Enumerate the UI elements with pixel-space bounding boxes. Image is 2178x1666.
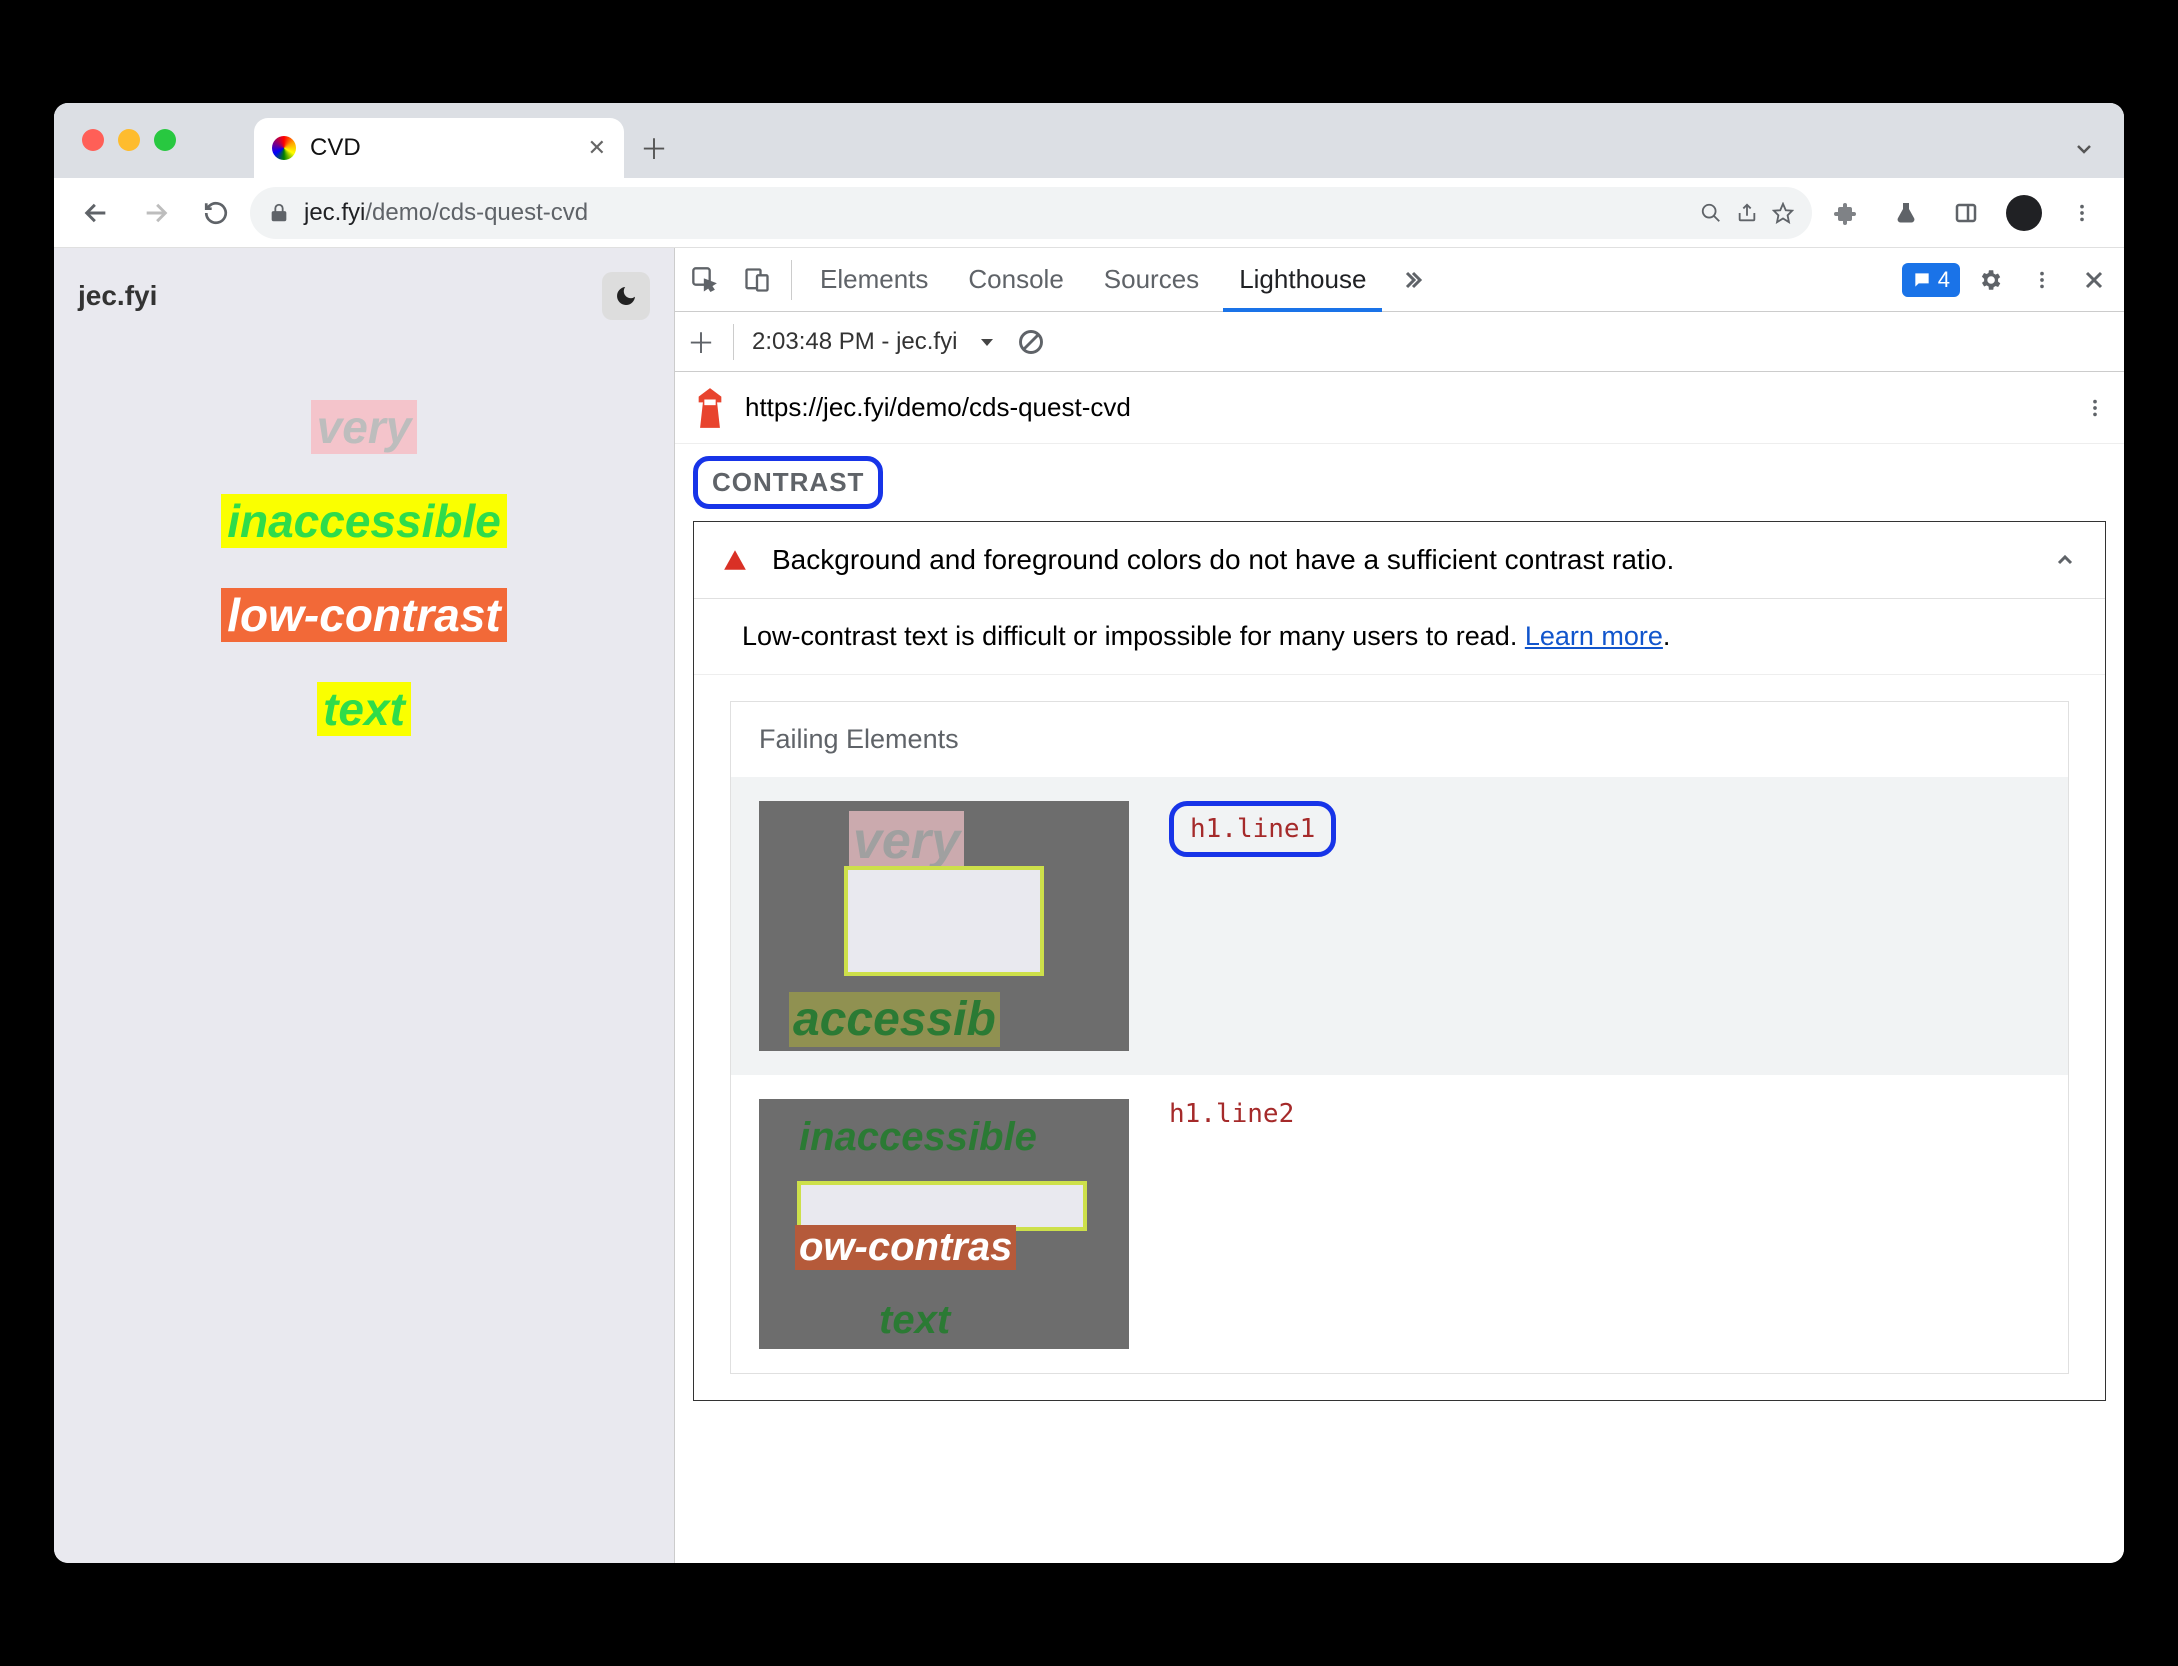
report-url: https://jec.fyi/demo/cds-quest-cvd [745, 392, 1131, 423]
sample-text-4: text [317, 682, 411, 736]
tab-strip: CVD ✕ ＋ [54, 103, 2124, 178]
devtools-panel: Elements Console Sources Lighthouse 4 ＋ … [674, 248, 2124, 1563]
sample-text-1: very [311, 400, 418, 454]
audit-title: Background and foreground colors do not … [772, 544, 2029, 576]
page-site-name: jec.fyi [78, 280, 157, 312]
failing-element-row[interactable]: inaccessible ow-contras text h1.line2 [731, 1075, 2068, 1373]
tab-lighthouse[interactable]: Lighthouse [1223, 248, 1382, 312]
report-selector[interactable]: 2:03:48 PM - jec.fyi [752, 328, 957, 356]
tab-title: CVD [310, 134, 574, 162]
section-contrast-label: CONTRAST [693, 456, 883, 509]
lighthouse-toolbar: ＋ 2:03:48 PM - jec.fyi [675, 312, 2124, 372]
more-tabs-icon[interactable] [1390, 258, 1434, 302]
window-controls [82, 129, 176, 151]
zoom-icon[interactable] [1700, 202, 1722, 224]
tab-list-chevron-icon[interactable] [2072, 137, 2096, 161]
close-window-icon[interactable] [82, 129, 104, 151]
close-tab-icon[interactable]: ✕ [588, 135, 606, 161]
side-panel-icon[interactable] [1940, 187, 1992, 239]
warning-triangle-icon [722, 547, 748, 573]
failing-element-row[interactable]: very accessib h1.line1 [731, 777, 2068, 1075]
audit-card: Background and foreground colors do not … [693, 521, 2106, 1401]
favicon-icon [272, 136, 296, 160]
lighthouse-report-header: https://jec.fyi/demo/cds-quest-cvd [675, 372, 2124, 444]
issues-count: 4 [1938, 267, 1950, 293]
address-bar[interactable]: jec.fyi/demo/cds-quest-cvd [250, 187, 1812, 239]
dropdown-chevron-icon[interactable] [975, 330, 999, 354]
audit-description: Low-contrast text is difficult or imposs… [694, 599, 2105, 675]
lighthouse-icon [693, 388, 727, 428]
browser-menu-icon[interactable] [2056, 187, 2108, 239]
tab-console[interactable]: Console [952, 248, 1079, 312]
rendered-page: jec.fyi very inaccessible low-contrast t… [54, 248, 674, 1563]
issues-badge[interactable]: 4 [1902, 263, 1960, 297]
element-selector: h1.line2 [1169, 1099, 1294, 1129]
element-selector: h1.line1 [1169, 801, 1336, 857]
tab-elements[interactable]: Elements [804, 248, 944, 312]
labs-icon[interactable] [1880, 187, 1932, 239]
browser-window: CVD ✕ ＋ jec.fyi/demo/cds-quest-cvd [54, 103, 2124, 1563]
bookmark-icon[interactable] [1772, 202, 1794, 224]
devtools-menu-icon[interactable] [2020, 258, 2064, 302]
forward-button[interactable] [130, 187, 182, 239]
audit-header[interactable]: Background and foreground colors do not … [694, 522, 2105, 599]
share-icon[interactable] [1736, 202, 1758, 224]
dark-mode-toggle[interactable] [602, 272, 650, 320]
learn-more-link[interactable]: Learn more [1525, 621, 1663, 651]
lighthouse-report-body[interactable]: CONTRAST Background and foreground color… [675, 444, 2124, 1563]
element-thumbnail: very accessib [759, 801, 1129, 1051]
failing-elements-title: Failing Elements [731, 702, 2068, 777]
report-menu-icon[interactable] [2084, 397, 2106, 419]
content-area: jec.fyi very inaccessible low-contrast t… [54, 248, 2124, 1563]
settings-icon[interactable] [1968, 258, 2012, 302]
back-button[interactable] [70, 187, 122, 239]
sample-text-2: inaccessible [221, 494, 507, 548]
failing-elements-box: Failing Elements very accessib h1.line1 [730, 701, 2069, 1374]
device-toggle-icon[interactable] [735, 258, 779, 302]
extensions-icon[interactable] [1820, 187, 1872, 239]
sample-text-3: low-contrast [221, 588, 506, 642]
lock-icon [268, 202, 290, 224]
new-report-button[interactable]: ＋ [687, 322, 715, 362]
url-text: jec.fyi/demo/cds-quest-cvd [304, 199, 1686, 227]
inspect-icon[interactable] [683, 258, 727, 302]
new-tab-button[interactable]: ＋ [624, 118, 684, 178]
browser-tab[interactable]: CVD ✕ [254, 118, 624, 178]
reload-button[interactable] [190, 187, 242, 239]
tab-sources[interactable]: Sources [1088, 248, 1215, 312]
profile-avatar-icon[interactable] [2006, 195, 2042, 231]
devtools-tabstrip: Elements Console Sources Lighthouse 4 [675, 248, 2124, 312]
maximize-window-icon[interactable] [154, 129, 176, 151]
element-thumbnail: inaccessible ow-contras text [759, 1099, 1129, 1349]
close-devtools-icon[interactable] [2072, 258, 2116, 302]
collapse-chevron-icon[interactable] [2053, 548, 2077, 572]
clear-icon[interactable] [1017, 328, 1045, 356]
minimize-window-icon[interactable] [118, 129, 140, 151]
browser-toolbar: jec.fyi/demo/cds-quest-cvd [54, 178, 2124, 248]
